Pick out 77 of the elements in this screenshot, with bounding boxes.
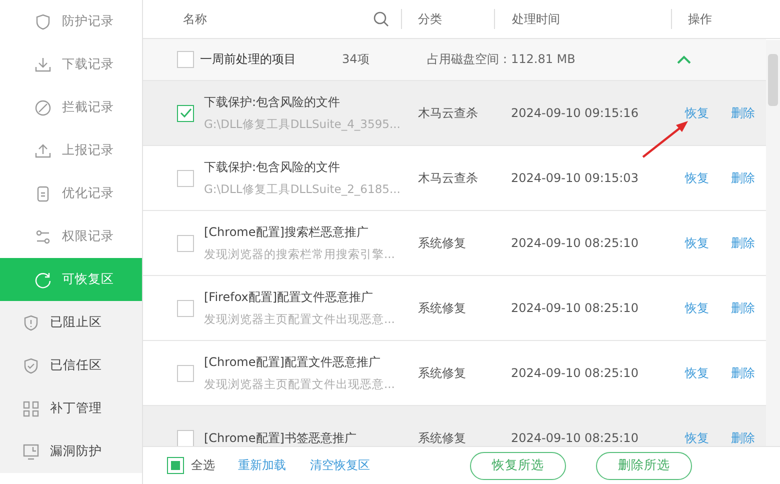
group-title: 一周前处理的项目 [199, 51, 297, 68]
table-cell-text: 2024-09-10 08:25:10 [511, 431, 640, 445]
delete-link[interactable]: 删除 [731, 430, 755, 446]
checkbox[interactable] [177, 300, 194, 316]
item-detail: 发现浏览器主页配置文件出现恶意... [204, 377, 396, 392]
collapse-icon[interactable] [677, 54, 691, 64]
item-title: 下载保护:包含风险的文件 [204, 159, 342, 176]
checkbox[interactable] [177, 364, 194, 382]
restore-link[interactable]: 恢复 [685, 364, 731, 382]
checkbox[interactable] [177, 51, 194, 68]
table-cell-text: 2024-09-10 09:15:16 [511, 106, 640, 120]
checkbox[interactable] [177, 430, 194, 446]
checkbox[interactable] [177, 104, 194, 122]
table-cell-text: 2024-09-10 08:25:10 [511, 301, 640, 315]
table-cell-text: 2024-09-10 08:25:10 [511, 366, 640, 380]
table-cell-text: 系统修复 [418, 364, 467, 382]
block-icon [34, 98, 52, 116]
sidebar-item[interactable]: 已信任区 [0, 344, 142, 387]
item-title: [Firefox配置]配置文件恶意推广 [204, 289, 374, 306]
grid-icon [22, 400, 40, 418]
sidebar-item[interactable]: 可恢复区 [0, 258, 142, 301]
item-title: [Chrome配置]书签恶意推广 [204, 430, 358, 446]
table-cell-text: 系统修复 [418, 234, 467, 252]
select-all-label[interactable]: 全选 [184, 457, 238, 474]
disk-usage: 占用磁盘空间：112.81 MB [427, 51, 576, 68]
refresh-icon [34, 270, 52, 288]
column-header: 名称 [182, 10, 208, 28]
item-title: [Chrome配置]搜索栏恶意推广 [204, 224, 370, 241]
column-header: 处理时间 [511, 10, 561, 28]
sidebar-item[interactable]: 已阻止区 [0, 301, 142, 344]
table-row[interactable]: 下载保护:包含风险的文件 G:\DLL修复工具DLLSuite_4_3595... 木马云查杀 2024-09-10 09:15:16 恢复 删除 [143, 81, 766, 146]
monitor-icon [22, 442, 40, 460]
table-cell-text: 木马云查杀 [418, 170, 479, 186]
delete-link[interactable]: 删除 [731, 364, 755, 382]
table-cell-text: 系统修复 [418, 430, 467, 446]
sidebar-item[interactable]: 漏洞防护 [0, 430, 142, 473]
restore-link[interactable]: 恢复 [685, 430, 731, 446]
item-title: 下载保护:包含风险的文件 [204, 94, 342, 111]
restore-link[interactable]: 恢复 [685, 104, 731, 122]
delete-link[interactable]: 删除 [731, 104, 755, 122]
shield-check-icon [22, 356, 40, 374]
download-icon [34, 56, 52, 74]
table-row[interactable]: [Chrome配置]书签恶意推广 系统修复 2024-09-10 08:25:10 恢复 删除 [143, 406, 766, 446]
checkbox[interactable] [177, 234, 194, 252]
delete-link[interactable]: 删除 [731, 300, 755, 316]
sliders-icon [34, 228, 52, 246]
shield-alert-icon [22, 314, 40, 332]
item-detail: G:\DLL修复工具DLLSuite_2_6185... [204, 182, 402, 197]
item-count: 34项 [342, 51, 370, 68]
column-header: 分类 [417, 10, 443, 28]
shield-icon [34, 12, 52, 30]
restore-link[interactable]: 恢复 [685, 234, 731, 252]
checkbox[interactable] [167, 457, 184, 474]
delete-link[interactable]: 删除 [731, 234, 755, 252]
search-icon[interactable] [373, 11, 389, 27]
table-cell-text: 2024-09-10 08:25:10 [511, 236, 640, 250]
checkbox[interactable] [177, 170, 194, 186]
item-title: [Chrome配置]配置文件恶意推广 [204, 354, 382, 371]
upload-icon [34, 142, 52, 160]
sidebar-item[interactable]: 补丁管理 [0, 387, 142, 430]
table-cell-text: 2024-09-10 09:15:03 [511, 171, 640, 185]
restore-link[interactable]: 恢复 [685, 300, 731, 316]
item-detail: G:\DLL修复工具DLLSuite_4_3595... [204, 117, 402, 132]
table-cell-text: 木马云查杀 [418, 104, 479, 122]
scrollbar[interactable] [766, 40, 780, 446]
reload-link[interactable]: 重新加载 [238, 457, 310, 474]
delete-selected-button[interactable]: 删除所选 [596, 452, 692, 480]
arrow-drawing [640, 118, 690, 158]
column-header: 操作 [687, 10, 713, 28]
check-icon [180, 108, 192, 118]
item-detail: 发现浏览器主页配置文件出现恶意... [204, 312, 396, 327]
restore-link[interactable]: 恢复 [685, 170, 731, 186]
delete-link[interactable]: 删除 [731, 170, 755, 186]
clear-link[interactable]: 清空恢复区 [310, 457, 470, 474]
item-detail: 发现浏览器的搜索栏常用搜索引擎... [204, 247, 396, 262]
restore-selected-button[interactable]: 恢复所选 [470, 452, 566, 480]
table-cell-text: 系统修复 [418, 300, 467, 316]
